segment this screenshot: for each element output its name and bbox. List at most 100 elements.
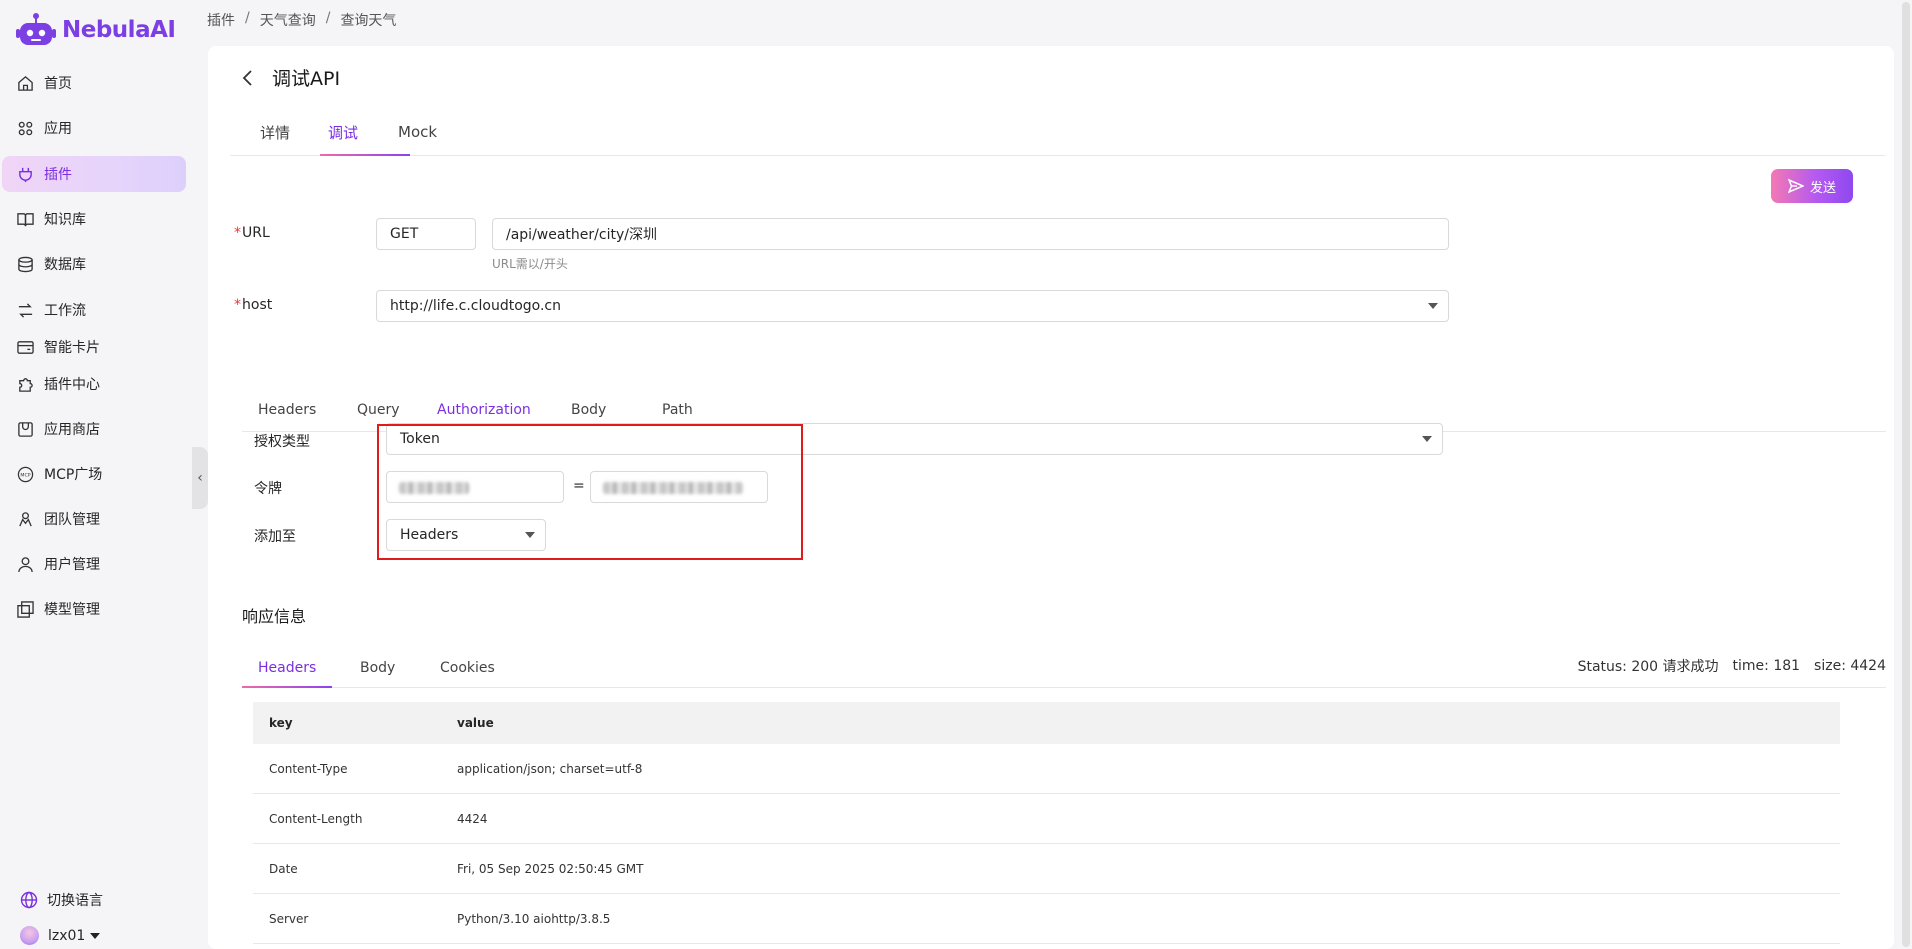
sidebar-item-label: 应用商店 — [44, 422, 100, 438]
tab-headers[interactable]: Headers — [258, 386, 316, 434]
sidebar-item-label: 团队管理 — [44, 512, 100, 528]
host-label-text: host — [242, 297, 273, 313]
page-title: 调试API — [272, 68, 341, 90]
url-value: /api/weather/city/深圳 — [506, 227, 657, 243]
tab-response-body[interactable]: Body — [360, 644, 395, 692]
breadcrumb-item[interactable]: 天气查询 — [260, 10, 316, 30]
sidebar-item-plugins[interactable]: 插件 — [2, 156, 186, 192]
sidebar-item-team[interactable]: 团队管理 — [0, 501, 184, 537]
back-arrow-icon[interactable] — [238, 68, 258, 88]
sidebar-item-plugin-center[interactable]: 插件中心 — [0, 366, 184, 402]
sidebar-item-label: 插件 — [44, 167, 72, 183]
page-tabs: 详情 调试 Mock — [230, 108, 1885, 156]
response-tabs: Headers Body Cookies Status: 200 请求成功 ti… — [242, 644, 1886, 688]
sidebar-item-apps[interactable]: 应用 — [0, 110, 184, 146]
tab-response-headers[interactable]: Headers — [258, 644, 316, 692]
team-icon — [19, 511, 32, 526]
chevron-down-icon — [1428, 303, 1438, 309]
workflow-icon — [18, 302, 33, 318]
mcp-icon: MCP — [17, 466, 34, 482]
sidebar-item-smart-card[interactable]: 智能卡片 — [0, 329, 184, 365]
switch-language-label: 切换语言 — [47, 893, 103, 909]
row-value: application/json; charset=utf-8 — [457, 761, 643, 776]
response-title: 响应信息 — [242, 607, 307, 626]
required-marker: * — [234, 297, 241, 313]
table-row: Date Fri, 05 Sep 2025 02:50:45 GMT — [253, 844, 1840, 894]
chevron-down-icon — [1422, 436, 1432, 442]
row-key: Content-Length — [269, 811, 363, 826]
highlight-box — [377, 424, 803, 560]
row-value: Fri, 05 Sep 2025 02:50:45 GMT — [457, 861, 644, 876]
sidebar-item-workflow[interactable]: 工作流 — [0, 292, 184, 328]
host-select[interactable]: http://life.c.cloudtogo.cn — [376, 290, 1449, 322]
user-menu[interactable]: lzx01 — [20, 926, 101, 945]
sidebar-item-home[interactable]: 首页 — [0, 65, 184, 101]
status-text: Status: 200 请求成功 — [1577, 659, 1719, 675]
size-text: size: 4424 — [1814, 658, 1886, 674]
sidebar-item-label: 首页 — [44, 76, 72, 92]
sidebar-item-app-store[interactable]: 应用商店 — [0, 411, 184, 447]
url-hint: URL需以/开头 — [492, 257, 568, 271]
send-button-label: 发送 — [1809, 180, 1836, 196]
sidebar-item-label: 知识库 — [44, 212, 86, 228]
sidebar: NebulaAI 首页 应用 插件 知识库 数据库 工作流 智能卡片 插件中心 … — [0, 0, 193, 949]
sidebar-item-knowledge[interactable]: 知识库 — [0, 201, 184, 237]
auth-type-label: 授权类型 — [254, 434, 310, 450]
chevron-down-icon — [90, 932, 101, 939]
host-label: *host — [234, 297, 272, 313]
tab-details[interactable]: 详情 — [260, 108, 290, 156]
sidebar-item-label: MCP广场 — [44, 467, 103, 483]
card-icon — [17, 340, 34, 354]
method-select[interactable]: GET — [376, 218, 476, 250]
send-icon — [1787, 178, 1804, 194]
sidebar-collapse-button[interactable]: ‹ — [192, 447, 208, 509]
app-name: NebulaAI — [62, 17, 176, 43]
breadcrumb-item[interactable]: 插件 — [207, 10, 235, 30]
table-row: Content-Length 4424 — [253, 794, 1840, 844]
host-value: http://life.c.cloudtogo.cn — [390, 298, 562, 314]
table-row: Content-Type application/json; charset=u… — [253, 744, 1840, 794]
scrollbar-thumb[interactable] — [1902, 2, 1910, 947]
active-tab-indicator — [242, 686, 332, 688]
model-icon — [17, 600, 34, 618]
column-header-key: key — [269, 716, 293, 730]
breadcrumb-separator: / — [245, 10, 250, 26]
table-header: key value — [253, 702, 1840, 744]
svg-text:MCP: MCP — [20, 472, 30, 478]
plug-icon — [19, 167, 32, 182]
sidebar-item-models[interactable]: 模型管理 — [0, 591, 184, 627]
sidebar-item-database[interactable]: 数据库 — [0, 246, 184, 282]
app-logo[interactable]: NebulaAI — [16, 12, 176, 48]
switch-language-button[interactable]: 切换语言 — [20, 890, 103, 910]
tab-debug[interactable]: 调试 — [328, 108, 358, 156]
send-button[interactable]: 发送 — [1771, 169, 1853, 203]
puzzle-icon — [19, 377, 33, 392]
tab-mock[interactable]: Mock — [398, 108, 437, 156]
time-text: time: 181 — [1732, 658, 1801, 674]
avatar — [20, 926, 39, 945]
url-label: *URL — [234, 225, 270, 241]
sidebar-item-label: 用户管理 — [44, 557, 100, 573]
sidebar-item-label: 智能卡片 — [44, 340, 100, 356]
sidebar-item-label: 模型管理 — [44, 602, 100, 618]
required-marker: * — [234, 225, 241, 241]
row-value: 4424 — [457, 811, 488, 826]
sidebar-item-mcp[interactable]: MCP MCP广场 — [0, 456, 184, 492]
sidebar-item-users[interactable]: 用户管理 — [0, 546, 184, 582]
token-label: 令牌 — [254, 481, 282, 497]
column-header-value: value — [457, 716, 494, 730]
robot-logo-icon — [16, 13, 56, 45]
page-scrollbar[interactable] — [1900, 0, 1912, 949]
active-tab-indicator — [320, 154, 410, 156]
username: lzx01 — [48, 927, 86, 944]
method-value: GET — [390, 226, 419, 242]
main-panel: 调试API 详情 调试 Mock 发送 *URL GET /api/weathe… — [208, 46, 1894, 949]
row-key: Content-Type — [269, 761, 348, 776]
url-input[interactable]: /api/weather/city/深圳 — [492, 218, 1449, 250]
sidebar-item-label: 数据库 — [44, 257, 86, 273]
table-row: Server Python/3.10 aiohttp/3.8.5 — [253, 894, 1840, 944]
page-header: 调试API — [238, 64, 340, 91]
tab-response-cookies[interactable]: Cookies — [440, 644, 495, 692]
breadcrumb: 插件 / 天气查询 / 查询天气 — [207, 10, 396, 30]
row-value: Python/3.10 aiohttp/3.8.5 — [457, 911, 611, 926]
